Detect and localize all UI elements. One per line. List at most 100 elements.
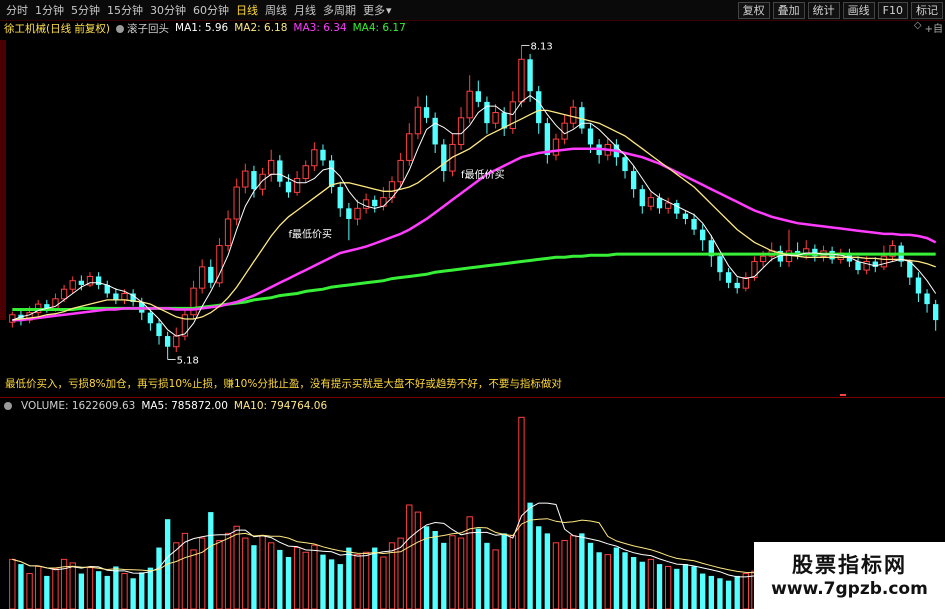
candle bbox=[457, 117, 465, 145]
candle bbox=[622, 157, 628, 172]
candle bbox=[277, 160, 283, 182]
volume-bar bbox=[466, 516, 473, 609]
volume-bar bbox=[742, 573, 750, 609]
candle bbox=[224, 218, 232, 247]
volume-bar bbox=[104, 575, 110, 609]
candle bbox=[242, 170, 249, 188]
period-tab[interactable]: 1分钟 bbox=[35, 2, 64, 18]
volume-bar bbox=[95, 571, 102, 609]
volume-bar bbox=[725, 580, 732, 609]
candle bbox=[647, 197, 655, 207]
candle bbox=[674, 203, 680, 214]
candle bbox=[190, 287, 197, 316]
indicator-icon[interactable] bbox=[4, 400, 15, 412]
volume-bar bbox=[509, 535, 517, 609]
volume-bar bbox=[441, 542, 447, 609]
ma2-value: MA2: 6.18 bbox=[234, 22, 288, 34]
volume-bar bbox=[35, 565, 42, 609]
volume-bar bbox=[302, 551, 309, 609]
candle bbox=[406, 133, 413, 161]
candle bbox=[69, 280, 76, 290]
panel-divider[interactable] bbox=[0, 397, 945, 398]
tool-button[interactable]: 复权 bbox=[737, 2, 770, 19]
tool-button[interactable]: F10 bbox=[877, 2, 908, 19]
candle bbox=[173, 335, 180, 348]
candle bbox=[785, 250, 793, 263]
period-tab[interactable]: 15分钟 bbox=[107, 2, 143, 18]
candle bbox=[233, 186, 240, 220]
volume-bar bbox=[354, 554, 361, 609]
volume-bar bbox=[561, 539, 568, 609]
candle bbox=[527, 59, 533, 92]
volume-bar bbox=[552, 542, 560, 609]
candle bbox=[725, 272, 732, 283]
candle bbox=[147, 312, 154, 324]
volume-bar bbox=[708, 575, 714, 609]
volume-bar bbox=[18, 564, 24, 609]
candle bbox=[293, 178, 301, 193]
period-tab[interactable]: 5分钟 bbox=[71, 2, 100, 18]
period-tab[interactable]: 日线 bbox=[236, 2, 258, 18]
volume-bar bbox=[156, 547, 162, 609]
volume-bar bbox=[622, 552, 628, 609]
period-tab[interactable]: 分时 bbox=[6, 2, 28, 18]
volume-bar bbox=[570, 535, 577, 609]
volume-bar bbox=[501, 533, 507, 609]
volume-bar bbox=[78, 573, 85, 609]
volume-ma5: MA5: 785872.00 bbox=[141, 400, 228, 412]
volume-bar bbox=[242, 537, 249, 609]
right-icons: ◇ +自 bbox=[911, 20, 943, 35]
period-tab[interactable]: 60分钟 bbox=[193, 2, 229, 18]
indicator-name[interactable]: 滚子回头 bbox=[116, 21, 169, 36]
volume-bar bbox=[674, 568, 680, 609]
tool-button[interactable]: 标记 bbox=[911, 2, 943, 19]
low-label: 5.18 bbox=[177, 355, 199, 366]
candle bbox=[924, 293, 930, 305]
self-select-icon[interactable]: +自 bbox=[925, 20, 943, 35]
volume-legend: VOLUME: 1622609.63 MA5: 785872.00 MA10: … bbox=[4, 400, 333, 412]
candle bbox=[113, 293, 119, 300]
volume-bar bbox=[475, 528, 481, 609]
tool-button[interactable]: 画线 bbox=[842, 2, 875, 19]
candle bbox=[536, 91, 542, 124]
price-chart[interactable]: 8.13 5.18 f最低价买 f最低价买 bbox=[0, 36, 945, 376]
period-tab[interactable]: 多周期 bbox=[323, 2, 356, 18]
candle bbox=[432, 117, 438, 145]
price-legend: 徐工机械(日线 前复权) 滚子回头 MA1: 5.96 MA2: 6.18 MA… bbox=[4, 21, 412, 35]
candle bbox=[164, 336, 171, 347]
period-tab[interactable]: 30分钟 bbox=[150, 2, 186, 18]
candle bbox=[441, 144, 447, 172]
candle bbox=[346, 208, 352, 219]
candle bbox=[208, 266, 214, 283]
candle bbox=[933, 304, 939, 321]
volume-bar bbox=[579, 533, 585, 609]
candle bbox=[664, 202, 672, 209]
volume-bar bbox=[346, 547, 352, 609]
period-tab[interactable]: 周线 bbox=[265, 2, 287, 18]
volume-bar bbox=[147, 567, 154, 609]
volume-bar bbox=[518, 416, 525, 609]
candle bbox=[717, 256, 723, 273]
ma1-value: MA1: 5.96 bbox=[175, 22, 229, 34]
watermark-title: 股票指标网 bbox=[792, 552, 907, 577]
period-tab[interactable]: 更多 bbox=[363, 2, 385, 18]
tool-button[interactable]: 统计 bbox=[807, 2, 840, 19]
volume-bar bbox=[700, 573, 706, 609]
volume-bar bbox=[216, 539, 223, 609]
volume-bar bbox=[173, 542, 180, 609]
candle bbox=[475, 91, 481, 102]
stock-title[interactable]: 徐工机械(日线 前复权) bbox=[4, 21, 110, 36]
volume-bar bbox=[717, 578, 723, 609]
period-tab[interactable]: 月线 bbox=[294, 2, 316, 18]
top-toolbar: 分时 1分钟 5分钟 15分钟 30分钟 60分钟 日线 周线 月线 多周期 更多 ▾ 复权 叠加 统计画… bbox=[0, 0, 945, 21]
chevron-down-icon[interactable]: ▾ bbox=[386, 4, 392, 17]
volume-bar bbox=[544, 533, 551, 609]
tool-button[interactable]: 叠加 bbox=[772, 2, 805, 19]
period-tabs: 分时 1分钟 5分钟 15分钟 30分钟 60分钟 日线 周线 月线 多周期 更多 ▾ bbox=[0, 2, 399, 18]
volume-bar bbox=[208, 512, 214, 609]
volume-bar bbox=[362, 551, 370, 609]
volume-bar bbox=[52, 568, 59, 609]
candle bbox=[328, 160, 335, 188]
buy-signal-label: f最低价买 bbox=[288, 228, 332, 241]
diamond-icon[interactable]: ◇ bbox=[914, 20, 922, 35]
